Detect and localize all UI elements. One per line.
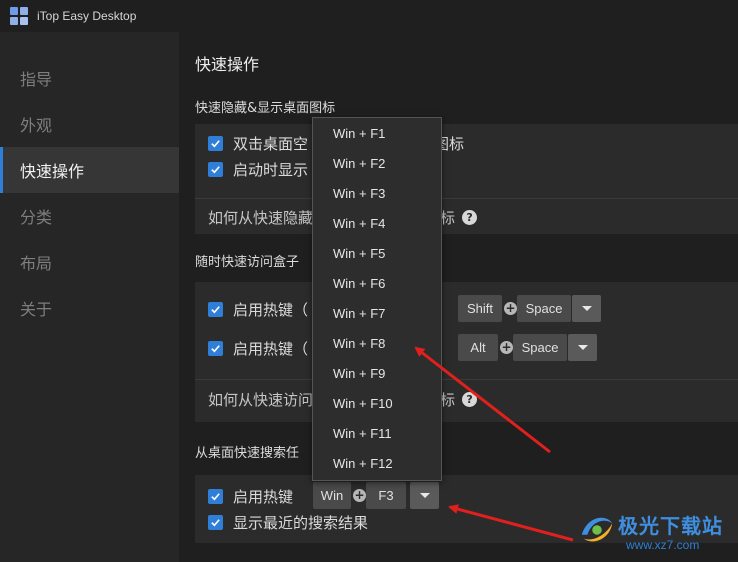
key-win[interactable]: Win bbox=[313, 482, 351, 509]
option-hotkey-1[interactable]: 启用热键（ bbox=[208, 299, 308, 320]
hotkey-dropdown-menu: Win + F1 Win + F2 Win + F3 Win + F4 Win … bbox=[312, 117, 442, 481]
watermark-url: www.xz7.com bbox=[626, 538, 700, 552]
help-text: 标 bbox=[440, 209, 456, 227]
option-label: 启动时显示 bbox=[233, 161, 309, 179]
menu-item-win-f6[interactable]: Win + F6 bbox=[313, 268, 441, 298]
chevron-down-icon bbox=[577, 345, 588, 350]
menu-item-win-f10[interactable]: Win + F10 bbox=[313, 388, 441, 418]
checkbox-double-click[interactable] bbox=[208, 136, 223, 151]
checkbox-show-recent[interactable] bbox=[208, 515, 223, 530]
menu-item-win-f1[interactable]: Win + F1 bbox=[313, 118, 441, 148]
menu-item-win-f8[interactable]: Win + F8 bbox=[313, 328, 441, 358]
sidebar-item-layout[interactable]: 布局 bbox=[0, 239, 179, 285]
option-label: 启用热键（ bbox=[233, 340, 309, 358]
panel-quick-access: 启用热键（ Shift + Space 启用热键（ Alt + Space 如何… bbox=[195, 282, 738, 422]
search-hotkey-dropdown-button[interactable] bbox=[410, 482, 439, 509]
menu-item-win-f12[interactable]: Win + F12 bbox=[313, 448, 441, 478]
menu-item-win-f3[interactable]: Win + F3 bbox=[313, 178, 441, 208]
title-bar: iTop Easy Desktop bbox=[0, 0, 738, 32]
option-label: 启用热键 bbox=[233, 488, 294, 506]
option-label: 启用热键（ bbox=[233, 301, 309, 319]
menu-item-win-f11[interactable]: Win + F11 bbox=[313, 418, 441, 448]
sidebar: 指导 外观 快速操作 分类 布局 关于 bbox=[0, 32, 179, 562]
divider bbox=[195, 379, 738, 380]
help-text: 如何从快速访问 bbox=[208, 391, 314, 409]
menu-item-win-f9[interactable]: Win + F9 bbox=[313, 358, 441, 388]
check-icon bbox=[211, 493, 220, 501]
watermark-logo-icon bbox=[581, 517, 613, 542]
menu-item-win-f5[interactable]: Win + F5 bbox=[313, 238, 441, 268]
plus-icon: + bbox=[353, 488, 366, 502]
section-title-quick-access: 随时快速访问盒子 bbox=[195, 255, 300, 270]
main-content: 快速操作 快速隐藏&显示桌面图标 双击桌面空 图标 启动时显示 如何从快速隐藏 … bbox=[179, 32, 738, 562]
question-icon[interactable]: ? bbox=[462, 392, 478, 407]
page-title: 快速操作 bbox=[195, 55, 260, 74]
sidebar-item-about[interactable]: 关于 bbox=[0, 285, 179, 331]
chevron-down-icon bbox=[581, 306, 592, 311]
section-title-quick-search: 从桌面快速搜索任 bbox=[195, 446, 300, 461]
watermark-name: 极光下载站 bbox=[618, 514, 723, 538]
check-icon bbox=[211, 519, 220, 527]
sidebar-item-label: 外观 bbox=[20, 116, 53, 135]
key-f3[interactable]: F3 bbox=[366, 482, 406, 509]
key-space[interactable]: Space bbox=[513, 334, 567, 361]
sidebar-item-quick-actions[interactable]: 快速操作 bbox=[0, 147, 179, 193]
app-logo-icon bbox=[10, 7, 28, 25]
sidebar-item-label: 布局 bbox=[20, 254, 53, 273]
app-title: iTop Easy Desktop bbox=[37, 9, 137, 23]
sidebar-item-label: 分类 bbox=[20, 208, 53, 227]
help-text: 如何从快速隐藏 bbox=[208, 209, 314, 227]
key-shift[interactable]: Shift bbox=[458, 295, 502, 322]
key-alt[interactable]: Alt bbox=[458, 334, 498, 361]
help-text: 标 bbox=[440, 391, 456, 409]
option-label: 显示最近的搜索结果 bbox=[233, 514, 369, 532]
plus-icon: + bbox=[500, 340, 513, 354]
check-icon bbox=[211, 306, 220, 314]
check-icon bbox=[211, 345, 220, 353]
plus-icon: + bbox=[504, 301, 517, 315]
menu-item-win-f7[interactable]: Win + F7 bbox=[313, 298, 441, 328]
sidebar-item-label: 关于 bbox=[20, 300, 53, 319]
section-title-hide-icons: 快速隐藏&显示桌面图标 bbox=[195, 101, 336, 116]
option-label: 双击桌面空 bbox=[233, 135, 309, 153]
chevron-down-icon bbox=[419, 493, 430, 498]
hotkey-1-dropdown-button[interactable] bbox=[572, 295, 601, 322]
panel-hide-icons: 双击桌面空 图标 启动时显示 如何从快速隐藏 标 ? bbox=[195, 124, 738, 234]
checkbox-hotkey-2[interactable] bbox=[208, 341, 223, 356]
sidebar-item-categories[interactable]: 分类 bbox=[0, 193, 179, 239]
option-search-hotkey[interactable]: 启用热键 bbox=[208, 486, 293, 507]
sidebar-item-appearance[interactable]: 外观 bbox=[0, 101, 179, 147]
checkbox-hotkey-1[interactable] bbox=[208, 302, 223, 317]
sidebar-item-label: 指导 bbox=[20, 70, 53, 89]
sidebar-item-label: 快速操作 bbox=[20, 162, 85, 181]
check-icon bbox=[211, 166, 220, 174]
check-icon bbox=[211, 140, 220, 148]
checkbox-search-hotkey[interactable] bbox=[208, 489, 223, 504]
option-hotkey-2[interactable]: 启用热键（ bbox=[208, 338, 308, 359]
menu-item-win-f2[interactable]: Win + F2 bbox=[313, 148, 441, 178]
hotkey-2-dropdown-button[interactable] bbox=[568, 334, 597, 361]
sidebar-item-guide[interactable]: 指导 bbox=[0, 55, 179, 101]
divider bbox=[195, 198, 738, 199]
key-space[interactable]: Space bbox=[517, 295, 571, 322]
question-icon[interactable]: ? bbox=[462, 210, 478, 225]
option-show-recent[interactable]: 显示最近的搜索结果 bbox=[208, 512, 368, 533]
option-show-on-start[interactable]: 启动时显示 bbox=[208, 159, 308, 180]
checkbox-show-on-start[interactable] bbox=[208, 162, 223, 177]
watermark: 极光下载站 www.xz7.com bbox=[578, 508, 736, 558]
menu-item-win-f4[interactable]: Win + F4 bbox=[313, 208, 441, 238]
